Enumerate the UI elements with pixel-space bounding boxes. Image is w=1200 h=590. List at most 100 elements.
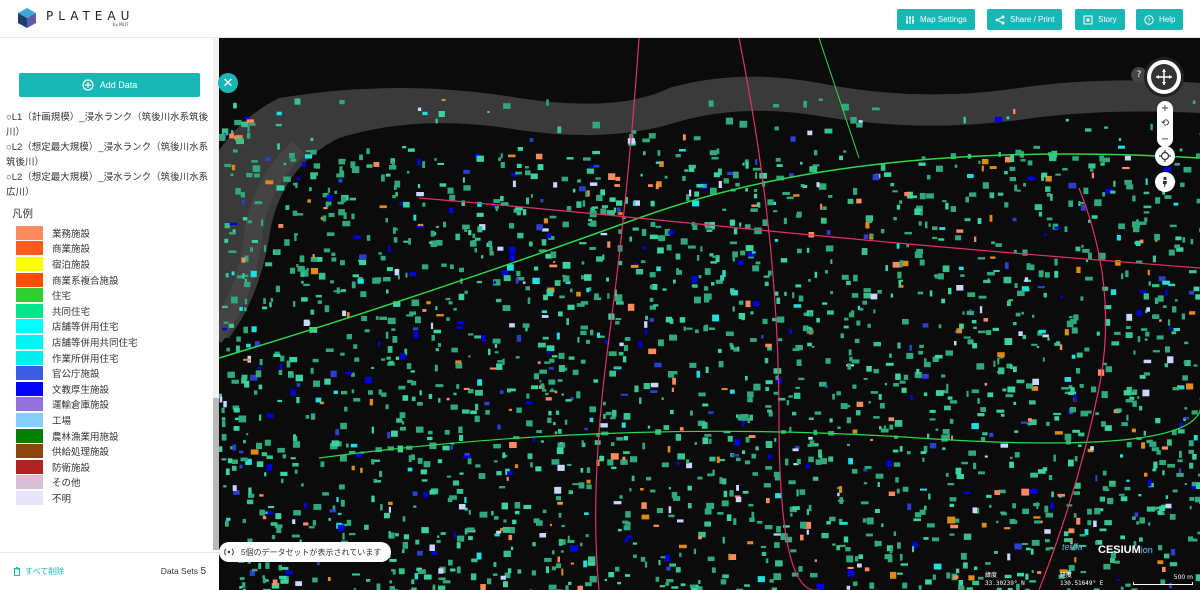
building — [487, 578, 492, 585]
building — [622, 356, 627, 363]
building — [1094, 199, 1102, 207]
building — [1044, 529, 1051, 534]
building — [793, 194, 800, 197]
building — [224, 238, 229, 243]
building — [364, 329, 370, 333]
close-panel-button[interactable]: ✕ — [218, 73, 238, 93]
help-button[interactable]: ? Help — [1136, 9, 1184, 30]
building — [632, 542, 638, 545]
delete-all-button[interactable]: すべて削除 — [13, 566, 64, 577]
building — [265, 180, 274, 185]
building — [352, 274, 359, 278]
building — [711, 282, 715, 286]
building — [919, 211, 923, 216]
building — [942, 447, 946, 450]
building — [601, 205, 608, 209]
building — [720, 275, 725, 281]
building — [922, 457, 925, 462]
building — [242, 273, 245, 279]
building — [1030, 548, 1034, 555]
building — [506, 388, 511, 393]
building — [432, 585, 436, 590]
panel-scrollbar-thumb[interactable] — [213, 398, 219, 550]
building — [1162, 566, 1166, 572]
building — [516, 212, 521, 216]
building — [354, 357, 360, 362]
building — [330, 370, 337, 378]
building — [401, 420, 405, 425]
building — [422, 111, 428, 116]
building — [693, 136, 701, 141]
building — [826, 230, 831, 235]
compass-control[interactable] — [1144, 57, 1184, 97]
building — [380, 504, 383, 511]
map-view[interactable] — [219, 38, 1200, 590]
street-view-button[interactable] — [1155, 172, 1175, 192]
style-option[interactable]: ○L2（想定最大規模）_浸水ランク（筑後川水系広川） — [6, 170, 211, 200]
building — [389, 165, 397, 170]
legend-item: 店舗等併用共同住宅 — [16, 334, 138, 350]
zoom-out-button[interactable]: − — [1161, 134, 1169, 145]
story-button[interactable]: Story — [1075, 9, 1125, 30]
building — [1014, 520, 1018, 524]
building — [463, 169, 470, 174]
style-option[interactable]: ○L1（計画規模）_浸水ランク（筑後川水系筑後川） — [6, 110, 211, 140]
building — [1038, 329, 1046, 334]
style-option[interactable]: ○L2（想定最大規模）_浸水ランク（筑後川水系筑後川） — [6, 140, 211, 170]
building — [1031, 570, 1034, 573]
building — [1029, 580, 1037, 583]
building — [686, 327, 693, 330]
building — [713, 172, 720, 178]
map-settings-button[interactable]: Map Settings — [897, 9, 975, 30]
cesium-ion-logo[interactable]: CESIUMion — [1098, 544, 1153, 556]
building — [624, 337, 631, 341]
building — [440, 532, 446, 535]
my-location-button[interactable] — [1155, 146, 1175, 166]
zoom-in-button[interactable]: + — [1161, 103, 1169, 114]
building — [648, 348, 657, 355]
building — [225, 468, 230, 475]
legend-label: 運輸倉庫施設 — [52, 400, 110, 412]
building — [909, 344, 912, 351]
building — [735, 182, 740, 187]
zoom-reset-icon[interactable]: ⟲ — [1161, 118, 1169, 129]
building — [555, 410, 560, 415]
building — [406, 170, 410, 174]
dataset-status-pill[interactable]: 5個のデータセットが表示されています — [219, 542, 392, 562]
building — [609, 370, 616, 377]
building — [1012, 322, 1017, 326]
building — [941, 298, 946, 304]
building — [1152, 314, 1160, 319]
add-data-button[interactable]: Add Data — [19, 73, 200, 97]
building — [360, 467, 363, 473]
building — [468, 355, 471, 358]
building — [799, 489, 806, 495]
building — [826, 521, 831, 525]
building — [279, 575, 287, 580]
building — [1055, 173, 1061, 176]
building — [649, 318, 654, 322]
building — [258, 563, 262, 569]
building — [899, 380, 906, 384]
building — [397, 275, 400, 280]
plateau-logo[interactable]: PLATEAU by MLIT — [18, 8, 134, 28]
legend-item: 共同住宅 — [16, 303, 138, 319]
terria-logo[interactable]: terria — [1062, 542, 1083, 552]
building — [1136, 310, 1142, 316]
building — [793, 392, 801, 399]
building — [955, 568, 960, 574]
share-print-button[interactable]: Share / Print — [987, 9, 1063, 30]
building — [756, 520, 763, 524]
building — [989, 166, 997, 169]
building — [1087, 508, 1092, 515]
building — [227, 371, 235, 378]
building — [366, 164, 373, 168]
building — [318, 272, 326, 280]
map-canvas[interactable] — [219, 38, 1200, 590]
building — [742, 490, 749, 494]
building — [507, 568, 512, 574]
building — [818, 449, 822, 456]
building — [1051, 491, 1054, 498]
building — [553, 182, 558, 188]
building — [532, 437, 535, 442]
